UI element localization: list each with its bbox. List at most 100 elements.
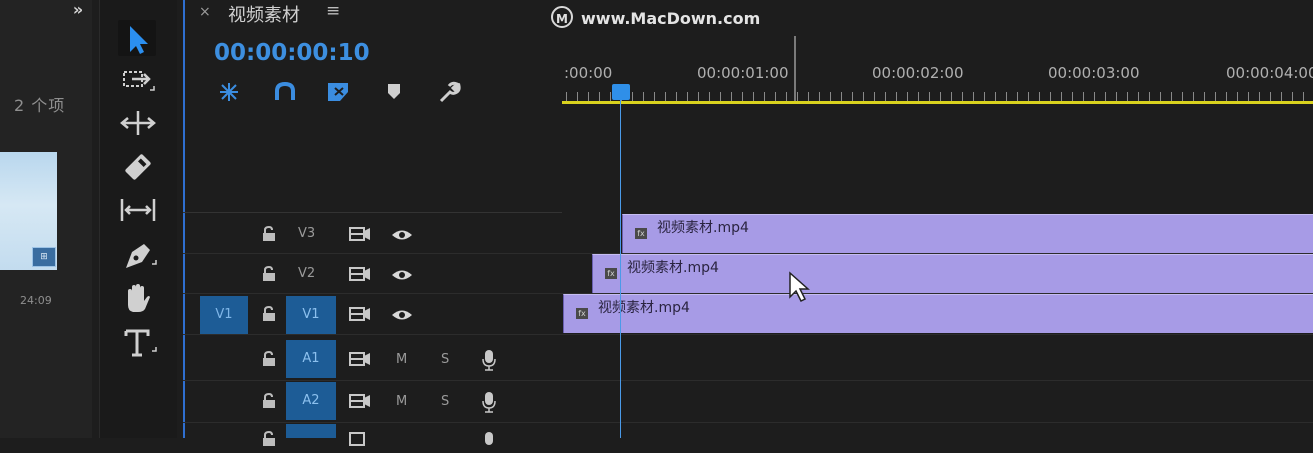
voice-over-record-mic-icon[interactable] — [482, 391, 496, 413]
toggle-sync-lock-icon[interactable] — [349, 226, 371, 242]
track-target-a2[interactable]: A2 — [286, 382, 336, 420]
ruler-tick — [698, 92, 699, 101]
ruler-tick — [786, 92, 787, 101]
collapse-panel-chevron-icon[interactable]: » — [66, 0, 90, 20]
ruler-tick — [984, 92, 985, 101]
ruler-tick — [907, 92, 908, 101]
ruler-label: 00:00:04:00 — [1226, 64, 1313, 82]
ruler-tick — [1160, 92, 1161, 101]
clip-v2[interactable]: fx 视频素材.mp4 — [592, 254, 1313, 293]
work-area-bar[interactable] — [562, 101, 1313, 104]
selection-tool-icon[interactable] — [118, 22, 158, 56]
ruler-tick — [995, 92, 996, 101]
clip-name: 视频素材.mp4 — [598, 300, 690, 316]
track-divider — [183, 422, 1313, 423]
track-lock-icon[interactable] — [262, 351, 276, 367]
track-name-v2: V2 — [298, 266, 316, 281]
track-select-tool-icon[interactable] — [118, 64, 158, 98]
ruler-label: 00:00:01:00 — [697, 64, 789, 82]
track-divider — [183, 334, 1313, 335]
ruler-tick — [1083, 92, 1084, 101]
ruler-tick — [588, 92, 589, 101]
watermark-logo-icon: M — [551, 6, 573, 28]
playhead-handle[interactable] — [612, 84, 630, 100]
voice-over-record-mic-icon[interactable] — [482, 431, 496, 453]
ruler-tick — [1105, 92, 1106, 101]
playhead-timecode[interactable]: 00:00:00:10 — [214, 40, 370, 66]
ruler-tick — [632, 92, 633, 101]
playhead-line[interactable] — [620, 100, 621, 438]
ruler-tick — [1270, 92, 1271, 101]
ruler-label: 00:00:02:00 — [872, 64, 964, 82]
toggle-sync-lock-icon[interactable] — [349, 393, 371, 409]
marker-icon[interactable] — [384, 80, 410, 104]
source-patch-v1[interactable]: V1 — [200, 296, 248, 334]
clip-name: 视频素材.mp4 — [627, 260, 719, 276]
ruler-tick — [929, 92, 930, 101]
track-lock-icon[interactable] — [262, 306, 276, 322]
ruler-tick — [885, 92, 886, 101]
ripple-edit-tool-icon[interactable] — [118, 106, 158, 140]
ruler-tick — [775, 92, 776, 101]
ruler-label: :00:00 — [564, 64, 613, 82]
ruler-tick — [1094, 92, 1095, 101]
ruler-tick — [1127, 92, 1128, 101]
ruler-tick — [1039, 92, 1040, 101]
ruler-tick — [1193, 92, 1194, 101]
track-target-a1[interactable]: A1 — [286, 340, 336, 378]
ruler-tick — [665, 92, 666, 101]
mute-track-button[interactable]: M — [396, 394, 407, 409]
ruler-tick — [643, 92, 644, 101]
solo-track-button[interactable]: S — [441, 394, 449, 409]
ruler-tick — [1149, 92, 1150, 101]
track-divider — [183, 380, 1313, 381]
ruler-tick — [709, 92, 710, 101]
ruler-tick — [1171, 92, 1172, 101]
mute-track-button[interactable]: M — [396, 352, 407, 367]
type-tool-icon[interactable] — [118, 325, 158, 359]
ruler-tick — [841, 92, 842, 101]
ruler-tick — [1215, 92, 1216, 101]
track-lock-icon[interactable] — [262, 226, 276, 242]
ruler-tick — [577, 92, 578, 101]
toggle-track-output-eye-icon[interactable] — [391, 228, 413, 242]
ruler-tick — [610, 92, 611, 101]
ruler-tick — [742, 92, 743, 101]
track-lock-icon[interactable] — [262, 431, 276, 447]
slip-tool-icon[interactable] — [118, 193, 158, 227]
snap-icon[interactable] — [216, 80, 242, 104]
ruler-tick — [1281, 92, 1282, 101]
track-lock-icon[interactable] — [262, 266, 276, 282]
sequence-tab[interactable]: 视频素材 — [228, 1, 300, 27]
track-lock-icon[interactable] — [262, 393, 276, 409]
close-tab-icon[interactable]: × — [199, 4, 211, 20]
clip-v3[interactable]: fx 视频素材.mp4 — [622, 214, 1313, 253]
toggle-sync-lock-icon[interactable] — [349, 266, 371, 282]
solo-track-button[interactable]: S — [441, 352, 449, 367]
track-target-v1[interactable]: V1 — [286, 296, 336, 334]
linked-selection-icon[interactable] — [272, 80, 298, 104]
ruler-label: 00:00:03:00 — [1048, 64, 1140, 82]
wrench-icon[interactable] — [436, 80, 462, 104]
toggle-track-output-eye-icon[interactable] — [391, 308, 413, 322]
razor-tool-icon[interactable] — [118, 150, 158, 184]
ruler-tick — [1303, 92, 1304, 101]
toggle-sync-lock-icon[interactable] — [349, 306, 371, 322]
toggle-sync-lock-icon[interactable] — [349, 351, 371, 367]
panel-menu-icon[interactable]: ≡ — [326, 1, 340, 21]
ruler-tick — [852, 92, 853, 101]
ruler-tick — [1050, 92, 1051, 101]
voice-over-record-mic-icon[interactable] — [482, 349, 496, 371]
toggle-track-output-eye-icon[interactable] — [391, 268, 413, 282]
ruler-tick — [1028, 92, 1029, 101]
ruler-tick — [896, 92, 897, 101]
ruler-tick — [1006, 92, 1007, 101]
pen-tool-icon[interactable] — [118, 238, 158, 272]
toggle-sync-lock-icon[interactable] — [349, 431, 371, 447]
track-target-a3[interactable] — [286, 424, 336, 438]
hand-tool-icon[interactable] — [118, 281, 158, 315]
ruler-tick — [1072, 92, 1073, 101]
project-item-count: 2 个项 — [14, 96, 66, 115]
add-marker-icon[interactable] — [326, 80, 352, 104]
clip-v1[interactable]: fx 视频素材.mp4 — [563, 294, 1313, 333]
